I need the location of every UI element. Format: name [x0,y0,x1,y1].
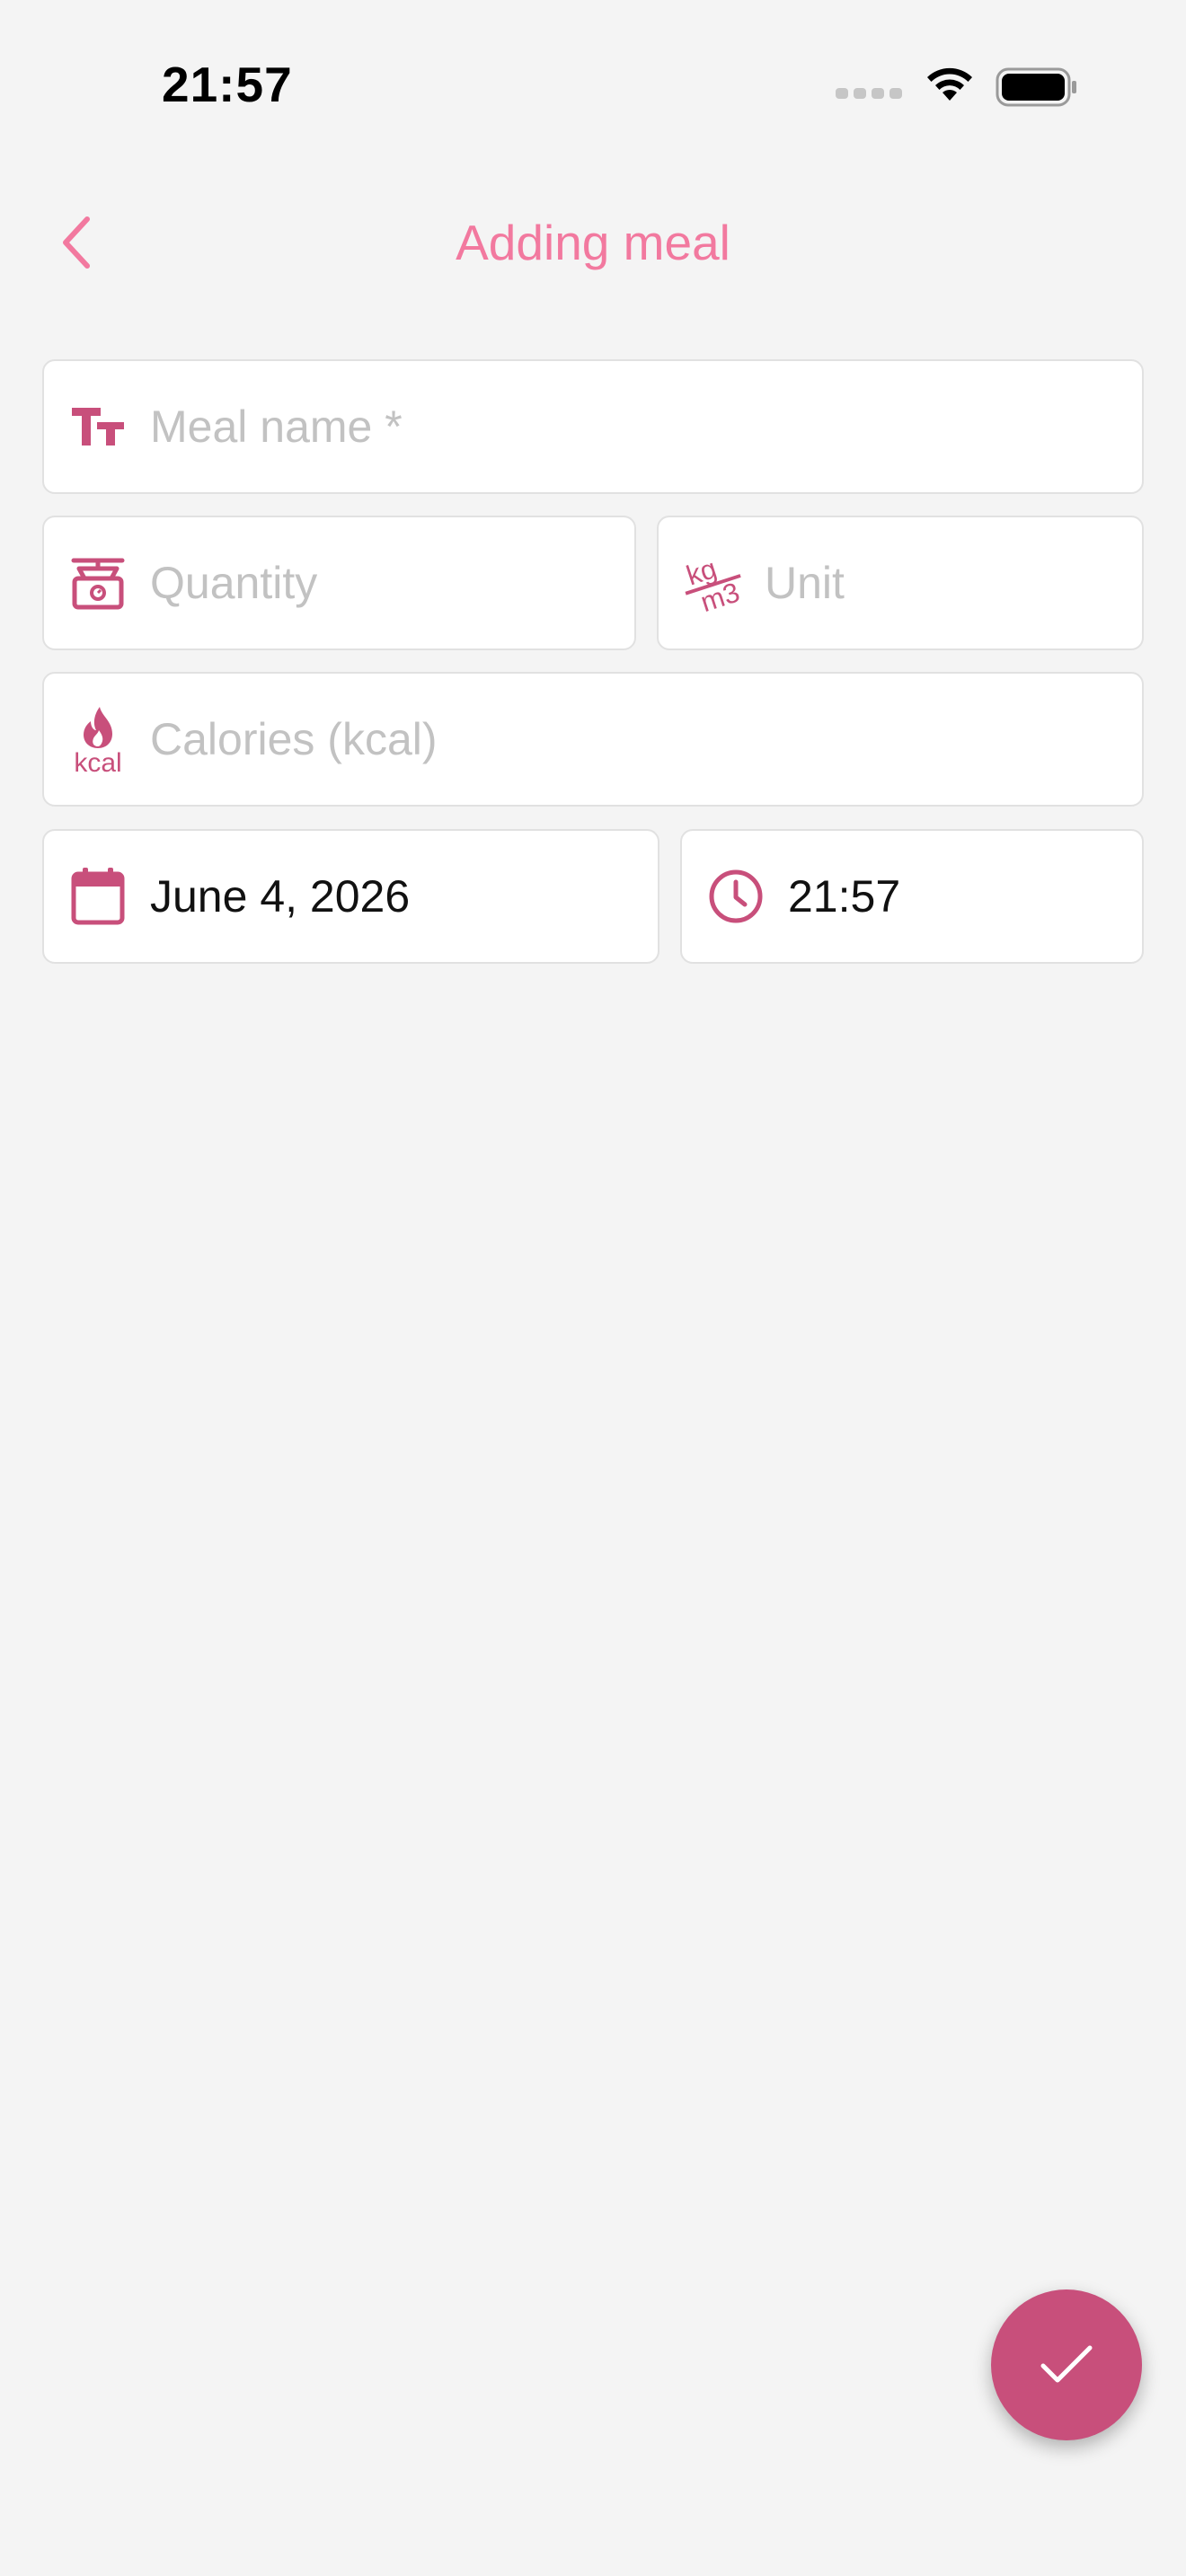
cellular-signal-icon [836,87,902,99]
quantity-field[interactable] [42,516,636,650]
meal-name-input[interactable] [150,361,1142,492]
quantity-input[interactable] [150,517,634,648]
unit-field[interactable]: kg m3 [657,516,1144,650]
status-time: 21:57 [162,57,293,112]
battery-icon [996,67,1078,107]
text-size-icon [67,396,128,457]
time-field[interactable]: 21:57 [680,829,1144,964]
status-icons [836,65,1078,109]
calendar-icon [67,866,128,927]
date-field[interactable]: June 4, 2026 [42,829,659,964]
adding-meal-screen: 21:57 Adding meal Meal name * Quantity k… [0,0,1186,2576]
flame-kcal-icon: kcal [67,707,128,773]
scale-icon [67,552,128,613]
calories-input[interactable] [150,674,1142,805]
clock-icon [705,866,766,927]
meal-name-field[interactable] [42,359,1144,494]
checkmark-icon [1040,2345,1093,2383]
save-meal-button[interactable] [991,2289,1142,2440]
kg-m3-unit-icon: kg m3 [682,552,743,614]
time-value: 21:57 [788,871,901,922]
unit-input[interactable] [765,517,1142,648]
kcal-icon-text: kcal [74,748,121,773]
date-value: June 4, 2026 [150,871,411,922]
page-title: Adding meal [456,215,730,270]
wifi-icon [924,65,976,109]
calories-field[interactable]: kcal [42,672,1144,807]
